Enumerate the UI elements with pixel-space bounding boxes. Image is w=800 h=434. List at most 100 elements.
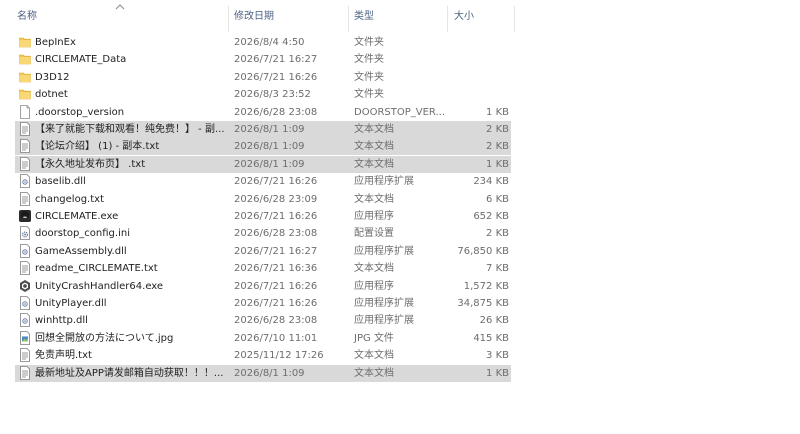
file-row-selected[interactable]: 【论坛介绍】 (1) - 副本.txt 2026/8/1 1:09 文本文档 2 KB xyxy=(15,138,511,156)
file-type: 文本文档 xyxy=(354,124,394,135)
file-row[interactable]: changelog.txt 2026/6/28 23:09 文本文档 6 KB xyxy=(15,191,511,208)
file-type: 配置设置 xyxy=(354,228,394,240)
file-name: 最新地址及APP请发邮箱自动获取！！！... xyxy=(35,367,224,379)
dll-file-icon xyxy=(19,243,31,258)
file-name: 回想全開放の方法について.jpg xyxy=(35,332,174,344)
file-modified-date: 2026/8/4 4:50 xyxy=(234,37,305,48)
file-row[interactable]: dotnet 2026/8/3 23:52 文件夹 xyxy=(15,86,511,103)
folder-icon xyxy=(19,35,31,49)
file-type: 文本文档 xyxy=(354,367,394,379)
file-modified-date: 2026/6/28 23:08 xyxy=(234,106,318,118)
file-type: 应用程序扩展 xyxy=(354,176,414,188)
file-type: 应用程序 xyxy=(354,211,394,222)
column-divider[interactable] xyxy=(228,6,229,32)
file-row-selected[interactable]: 最新地址及APP请发邮箱自动获取！！！... 2026/8/1 1:09 文本文档 1… xyxy=(15,364,511,382)
file-size: 2 KB xyxy=(486,228,509,240)
file-row[interactable]: BepInEx 2026/8/4 4:50 文件夹 xyxy=(15,34,511,51)
file-type: 文件夹 xyxy=(354,54,384,66)
file-row[interactable]: GameAssembly.dll 2026/7/21 16:27 应用程序扩展 76,… xyxy=(15,243,511,260)
file-row[interactable]: UnityCrashHandler64.exe 2026/7/21 16:26 应用… xyxy=(15,278,511,295)
size-column-header[interactable]: 大小 xyxy=(454,0,474,34)
file-row[interactable]: doorstop_config.ini 2026/6/28 23:08 配置设置 2 … xyxy=(15,225,511,242)
file-type: 文件夹 xyxy=(354,37,384,48)
file-modified-date: 2026/6/28 23:09 xyxy=(234,193,318,205)
dll-file-icon xyxy=(19,174,31,189)
file-name: UnityPlayer.dll xyxy=(35,298,107,309)
file-modified-date: 2026/8/1 1:09 xyxy=(234,158,305,170)
file-size: 415 KB xyxy=(473,332,509,344)
file-row[interactable]: UnityPlayer.dll 2026/7/21 16:26 应用程序扩展 34,8… xyxy=(15,295,511,312)
file-name: winhttp.dll xyxy=(35,315,88,327)
text-file-icon xyxy=(19,122,31,136)
column-divider[interactable] xyxy=(514,6,515,32)
file-name: 免责声明.txt xyxy=(35,350,92,362)
type-column-header[interactable]: 类型 xyxy=(354,0,374,34)
file-name: .doorstop_version xyxy=(35,106,125,118)
folder-icon xyxy=(19,87,31,101)
file-type: 应用程序扩展 xyxy=(354,315,414,327)
file-modified-date: 2026/7/10 11:01 xyxy=(234,332,318,344)
file-type: 文本文档 xyxy=(354,350,394,362)
column-header: 名称 修改日期 类型 大小 xyxy=(0,0,800,34)
sort-ascending-icon xyxy=(115,4,125,10)
text-file-icon xyxy=(19,156,31,171)
file-modified-date: 2026/7/21 16:26 xyxy=(234,211,318,222)
file-modified-date: 2026/8/3 23:52 xyxy=(234,89,311,101)
file-type: 文件夹 xyxy=(354,71,384,83)
config-file-icon xyxy=(19,226,31,241)
file-type: 应用程序扩展 xyxy=(354,298,414,309)
text-file-icon xyxy=(19,191,31,206)
file-row[interactable]: baselib.dll 2026/7/21 16:26 应用程序扩展 234 KB xyxy=(15,173,511,190)
file-modified-date: 2026/7/21 16:26 xyxy=(234,298,318,309)
file-row[interactable]: CIRCLEMATE_Data 2026/7/21 16:27 文件夹 xyxy=(15,51,511,68)
file-modified-date: 2026/6/28 23:08 xyxy=(234,315,318,327)
file-modified-date: 2026/8/1 1:09 xyxy=(234,124,305,135)
file-modified-date: 2026/7/21 16:26 xyxy=(234,71,318,83)
dll-file-icon xyxy=(19,313,31,328)
file-row[interactable]: D3D12 2026/7/21 16:26 文件夹 xyxy=(15,69,511,86)
file-size: 2 KB xyxy=(486,124,509,135)
file-modified-date: 2026/7/21 16:26 xyxy=(234,280,318,292)
file-modified-date: 2026/8/1 1:09 xyxy=(234,141,305,153)
column-divider[interactable] xyxy=(348,6,349,32)
file-row[interactable]: 免责声明.txt 2025/11/12 17:26 文本文档 3 KB xyxy=(15,347,511,364)
file-modified-date: 2025/11/12 17:26 xyxy=(234,350,324,362)
file-type: 文本文档 xyxy=(354,193,394,205)
file-size: 1 KB xyxy=(486,106,509,118)
file-name: GameAssembly.dll xyxy=(35,245,127,257)
dll-file-icon xyxy=(19,296,31,310)
file-size: 6 KB xyxy=(486,193,509,205)
file-name: 【论坛介绍】 (1) - 副本.txt xyxy=(35,141,160,153)
file-size: 1 KB xyxy=(486,158,509,170)
file-type: 文件夹 xyxy=(354,89,384,101)
file-name: 【永久地址发布页】 .txt xyxy=(35,158,146,170)
file-size: 34,875 KB xyxy=(457,298,509,309)
file-name: doorstop_config.ini xyxy=(35,228,130,240)
file-size: 2 KB xyxy=(486,141,509,153)
image-file-icon xyxy=(19,330,31,345)
date-column-header[interactable]: 修改日期 xyxy=(234,0,274,34)
text-file-icon xyxy=(19,348,31,363)
file-name: readme_CIRCLEMATE.txt xyxy=(35,263,158,275)
file-row[interactable]: readme_CIRCLEMATE.txt 2026/7/21 16:36 文本文档… xyxy=(15,260,511,277)
file-row[interactable]: 回想全開放の方法について.jpg 2026/7/10 11:01 JPG 文件 415… xyxy=(15,330,511,347)
file-name: BepInEx xyxy=(35,37,76,48)
file-name: D3D12 xyxy=(35,71,70,83)
file-modified-date: 2026/7/21 16:36 xyxy=(234,263,318,275)
file-type: JPG 文件 xyxy=(354,332,394,344)
file-size: 234 KB xyxy=(473,176,509,188)
file-type: 文本文档 xyxy=(354,141,394,153)
file-row[interactable]: CIRCLEMATE.exe 2026/7/21 16:26 应用程序 652 KB xyxy=(15,208,511,225)
file-row[interactable]: .doorstop_version 2026/6/28 23:08 DOORSTOP… xyxy=(15,104,511,121)
file-size: 76,850 KB xyxy=(457,245,509,257)
column-divider[interactable] xyxy=(447,6,448,32)
file-size: 7 KB xyxy=(486,263,509,275)
folder-icon xyxy=(19,52,31,66)
file-row-selected[interactable]: 【永久地址发布页】 .txt 2026/8/1 1:09 文本文档 1 KB xyxy=(15,155,511,173)
file-modified-date: 2026/6/28 23:08 xyxy=(234,228,318,240)
file-row[interactable]: winhttp.dll 2026/6/28 23:08 应用程序扩展 26 KB xyxy=(15,312,511,329)
text-file-icon xyxy=(19,139,31,154)
text-file-icon xyxy=(19,365,31,380)
name-column-header[interactable]: 名称 xyxy=(17,0,37,34)
file-row-selected[interactable]: 【来了就能下载和观看！纯免费！】 - 副... 2026/8/1 1:09 文本文档… xyxy=(15,121,511,138)
